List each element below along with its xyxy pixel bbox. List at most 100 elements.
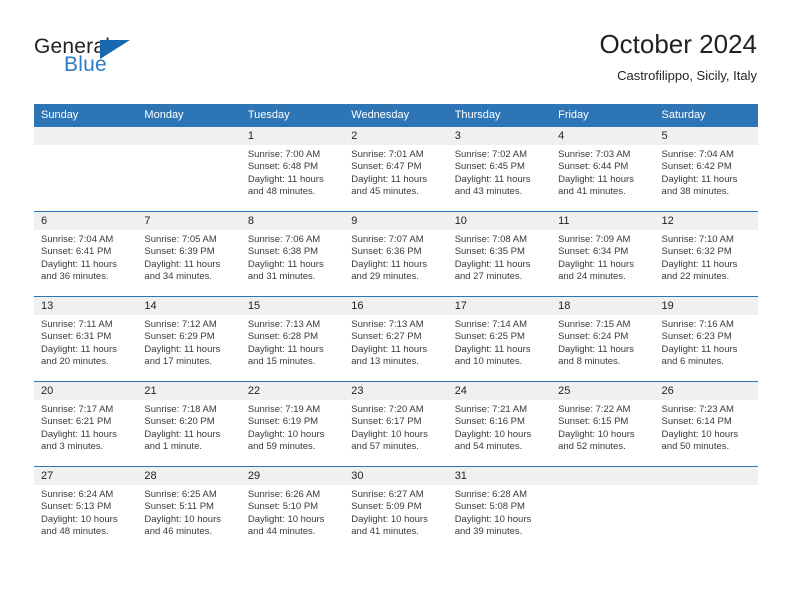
day-sun-info: Sunrise: 7:02 AM Sunset: 6:45 PM Daylight:… (448, 145, 551, 198)
day-number: 5 (654, 127, 758, 145)
calendar-day-cell[interactable]: 11 Sunrise: 7:09 AM Sunset: 6:34 PM Dayligh… (551, 211, 655, 290)
day-number: 6 (34, 212, 138, 230)
calendar-day-cell[interactable]: 22 Sunrise: 7:19 AM Sunset: 6:19 PM Dayligh… (240, 381, 345, 460)
daylight-text-line1: Daylight: 11 hours (351, 343, 428, 355)
weekday-header-friday: Friday (551, 104, 655, 127)
calendar-day-cell[interactable]: 21 Sunrise: 7:18 AM Sunset: 6:20 PM Dayligh… (137, 381, 241, 460)
daylight-text-line2: and 15 minutes. (247, 355, 316, 367)
calendar-day-cell[interactable]: 26 Sunrise: 7:23 AM Sunset: 6:14 PM Dayligh… (654, 381, 758, 460)
day-number: 4 (551, 127, 655, 145)
calendar-day-cell[interactable]: 20 Sunrise: 7:17 AM Sunset: 6:21 PM Dayligh… (34, 381, 138, 460)
day-sun-info: Sunrise: 7:13 AM Sunset: 6:28 PM Daylight:… (241, 315, 344, 368)
day-number (654, 467, 758, 485)
calendar-day-cell[interactable]: 3 Sunrise: 7:02 AM Sunset: 6:45 PM Daylight… (447, 126, 552, 205)
calendar-day-cell[interactable]: 5 Sunrise: 7:04 AM Sunset: 6:42 PM Daylight… (654, 126, 758, 205)
calendar-day-cell[interactable]: 30 Sunrise: 6:27 AM Sunset: 5:09 PM Dayligh… (344, 466, 448, 545)
day-number (551, 467, 655, 485)
day-sun-info: Sunrise: 7:23 AM Sunset: 6:14 PM Daylight:… (655, 400, 758, 453)
weekday-header-monday: Monday (137, 104, 241, 127)
calendar-day-cell[interactable]: 28 Sunrise: 6:25 AM Sunset: 5:11 PM Dayligh… (137, 466, 241, 545)
calendar-day-cell[interactable]: 7 Sunrise: 7:05 AM Sunset: 6:39 PM Daylight… (137, 211, 241, 290)
page-title: October 2024 (599, 29, 757, 59)
daylight-text-line2: and 6 minutes. (661, 355, 724, 367)
calendar-day-cell[interactable]: 25 Sunrise: 7:22 AM Sunset: 6:15 PM Dayligh… (551, 381, 655, 460)
sunset-text: Sunset: 6:48 PM (247, 161, 319, 173)
day-sun-info: Sunrise: 7:12 AM Sunset: 6:29 PM Daylight:… (137, 315, 240, 368)
daylight-text-line1: Daylight: 11 hours (558, 173, 634, 185)
day-sun-info: Sunrise: 7:16 AM Sunset: 6:23 PM Daylight:… (655, 315, 758, 368)
calendar-day-cell[interactable]: 15 Sunrise: 7:13 AM Sunset: 6:28 PM Dayligh… (240, 296, 345, 375)
sunset-text: Sunset: 6:44 PM (558, 161, 629, 173)
sunset-text: Sunset: 6:14 PM (661, 416, 732, 428)
calendar-day-cell[interactable]: 13 Sunrise: 7:11 AM Sunset: 6:31 PM Dayligh… (34, 296, 138, 375)
sunrise-text: Sunrise: 7:04 AM (661, 149, 734, 160)
weekday-header-sunday: Sunday (34, 104, 138, 127)
calendar-day-cell[interactable]: 27 Sunrise: 6:24 AM Sunset: 5:13 PM Dayligh… (34, 466, 138, 545)
calendar-day-cell[interactable]: 10 Sunrise: 7:08 AM Sunset: 6:35 PM Dayligh… (447, 211, 552, 290)
day-sun-info: Sunrise: 7:17 AM Sunset: 6:21 PM Daylight:… (34, 400, 137, 453)
calendar-day-cell[interactable]: 14 Sunrise: 7:12 AM Sunset: 6:29 PM Dayligh… (137, 296, 241, 375)
daylight-text-line1: Daylight: 11 hours (144, 428, 221, 440)
day-number: 16 (344, 297, 448, 315)
calendar-day-cell[interactable]: 8 Sunrise: 7:06 AM Sunset: 6:38 PM Daylight… (240, 211, 345, 290)
calendar-day-cell[interactable]: 24 Sunrise: 7:21 AM Sunset: 6:16 PM Dayligh… (447, 381, 552, 460)
day-number: 29 (240, 467, 345, 485)
sunset-text: Sunset: 6:38 PM (247, 246, 319, 258)
daylight-text-line2: and 46 minutes. (144, 525, 213, 537)
calendar-week-row: 27 Sunrise: 6:24 AM Sunset: 5:13 PM Dayligh… (34, 466, 758, 545)
calendar-day-cell[interactable]: 2 Sunrise: 7:01 AM Sunset: 6:47 PM Daylight… (344, 126, 448, 205)
sunrise-text: Sunrise: 7:08 AM (454, 234, 528, 245)
calendar-day-cell[interactable]: 17 Sunrise: 7:14 AM Sunset: 6:25 PM Dayligh… (447, 296, 552, 375)
calendar-day-cell[interactable]: 6 Sunrise: 7:04 AM Sunset: 6:41 PM Daylight… (34, 211, 138, 290)
daylight-text-line1: Daylight: 11 hours (454, 173, 531, 185)
daylight-text-line1: Daylight: 11 hours (351, 258, 428, 270)
day-number: 3 (447, 127, 552, 145)
day-sun-info: Sunrise: 7:04 AM Sunset: 6:42 PM Daylight:… (655, 145, 758, 198)
day-sun-info: Sunrise: 7:05 AM Sunset: 6:39 PM Daylight:… (137, 230, 240, 283)
calendar-day-cell[interactable]: 4 Sunrise: 7:03 AM Sunset: 6:44 PM Daylight… (551, 126, 655, 205)
calendar-day-cell[interactable]: 1 Sunrise: 7:00 AM Sunset: 6:48 PM Daylight… (240, 126, 345, 205)
sunset-text: Sunset: 6:24 PM (558, 331, 629, 343)
day-sun-info: Sunrise: 6:26 AM Sunset: 5:10 PM Daylight:… (241, 485, 344, 538)
calendar-day-cell-empty (551, 466, 655, 545)
daylight-text-line1: Daylight: 10 hours (247, 428, 325, 440)
daylight-text-line1: Daylight: 11 hours (41, 428, 117, 440)
calendar-week-row: 13 Sunrise: 7:11 AM Sunset: 6:31 PM Dayligh… (34, 296, 758, 375)
day-sun-info: Sunrise: 7:09 AM Sunset: 6:34 PM Daylight:… (551, 230, 654, 283)
daylight-text-line2: and 22 minutes. (661, 270, 730, 282)
daylight-text-line2: and 3 minutes. (41, 440, 104, 452)
calendar-day-cell[interactable]: 9 Sunrise: 7:07 AM Sunset: 6:36 PM Daylight… (344, 211, 448, 290)
sunrise-text: Sunrise: 7:19 AM (247, 404, 321, 415)
day-sun-info: Sunrise: 7:19 AM Sunset: 6:19 PM Daylight:… (241, 400, 344, 453)
daylight-text-line1: Daylight: 10 hours (41, 513, 118, 525)
day-number: 2 (344, 127, 448, 145)
logo-text-blue: Blue (64, 53, 107, 76)
calendar-day-cell[interactable]: 16 Sunrise: 7:13 AM Sunset: 6:27 PM Dayligh… (344, 296, 448, 375)
sunset-text: Sunset: 6:41 PM (41, 246, 112, 258)
sunset-text: Sunset: 5:10 PM (247, 501, 319, 513)
sunset-text: Sunset: 6:16 PM (454, 416, 525, 428)
location-subtitle: Castrofilippo, Sicily, Italy (617, 67, 757, 83)
day-sun-info: Sunrise: 7:01 AM Sunset: 6:47 PM Daylight:… (344, 145, 447, 198)
daylight-text-line1: Daylight: 11 hours (41, 258, 117, 270)
calendar-day-cell[interactable]: 19 Sunrise: 7:16 AM Sunset: 6:23 PM Dayligh… (654, 296, 758, 375)
calendar-day-cell[interactable]: 29 Sunrise: 6:26 AM Sunset: 5:10 PM Dayligh… (240, 466, 345, 545)
calendar-day-cell[interactable]: 12 Sunrise: 7:10 AM Sunset: 6:32 PM Dayligh… (654, 211, 758, 290)
day-number: 14 (137, 297, 241, 315)
daylight-text-line1: Daylight: 11 hours (144, 258, 221, 270)
sunset-text: Sunset: 6:15 PM (558, 416, 629, 428)
calendar-week-row: 1 Sunrise: 7:00 AM Sunset: 6:48 PM Daylight… (34, 126, 758, 205)
day-number: 1 (240, 127, 345, 145)
sunrise-text: Sunrise: 7:10 AM (661, 234, 734, 245)
calendar-table: Sunday Monday Tuesday Wednesday Thursday Frid… (34, 104, 758, 545)
calendar-grid: Sunday Monday Tuesday Wednesday Thursday Frid… (34, 104, 758, 545)
sunset-text: Sunset: 6:21 PM (41, 416, 112, 428)
calendar-day-cell[interactable]: 18 Sunrise: 7:15 AM Sunset: 6:24 PM Dayligh… (551, 296, 655, 375)
calendar-day-cell[interactable]: 31 Sunrise: 6:28 AM Sunset: 5:08 PM Dayligh… (447, 466, 552, 545)
calendar-day-cell[interactable]: 23 Sunrise: 7:20 AM Sunset: 6:17 PM Dayligh… (344, 381, 448, 460)
general-blue-logo[interactable]: General Blue (34, 28, 154, 78)
day-number (34, 127, 138, 145)
day-number: 27 (34, 467, 138, 485)
day-number: 18 (551, 297, 655, 315)
daylight-text-line2: and 50 minutes. (661, 440, 730, 452)
